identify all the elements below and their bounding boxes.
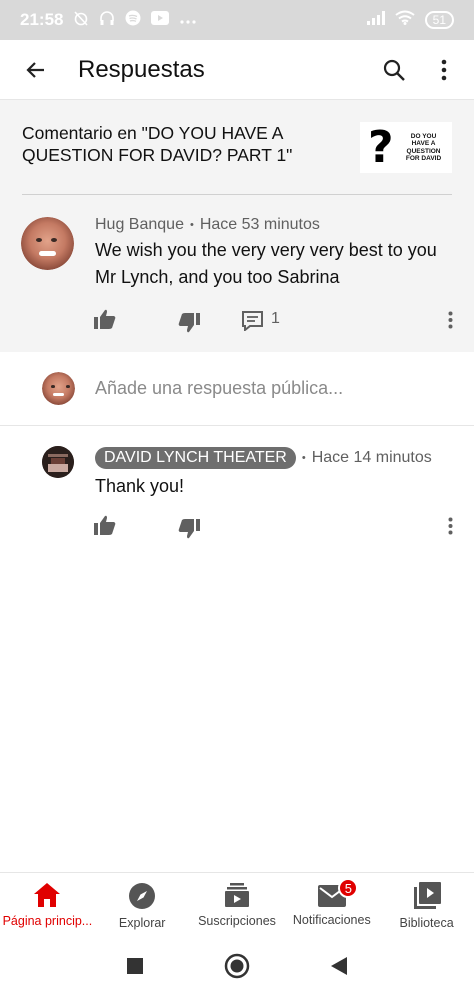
compass-icon [129,883,156,909]
alarm-off-icon [73,10,89,31]
bottom-nav: Página princip... Explorar Suscripciones… [0,872,474,936]
home-icon [34,883,61,907]
dislike-button[interactable] [175,515,203,543]
more-vert-icon [448,517,452,535]
recents-button[interactable] [126,957,144,980]
comment-author[interactable]: Hug Banque [95,216,184,234]
thumbnail-question-mark: ? [368,121,394,173]
more-status-icon [179,10,197,30]
page-title: Respuestas [78,55,205,83]
notification-badge: 5 [338,878,359,898]
comment-meta: Hug Banque • Hace 53 minutos [95,216,320,234]
nav-notifications[interactable]: 5 Notificaciones [284,873,379,936]
nav-subscriptions[interactable]: Suscripciones [190,873,285,936]
system-nav-bar [0,936,474,1000]
video-thumbnail[interactable]: ? DO YOU HAVE A QUESTION FOR DAVID [360,122,452,173]
headphones-icon [99,10,115,31]
reply-input[interactable]: Añade una respuesta pública... [95,378,343,399]
circle-icon [224,953,250,978]
reply-button[interactable] [239,307,267,335]
thumbs-down-icon [178,519,200,539]
reply-text: Thank you! [95,476,185,496]
comment-icon [242,311,263,331]
home-system-button[interactable] [224,953,250,984]
thumbs-up-icon [94,515,116,535]
reply-input-row: Añade una respuesta pública... [0,352,474,426]
more-options-button[interactable] [424,50,464,90]
reply-meta: DAVID LYNCH THEATER • Hace 14 minutos [95,447,432,469]
nav-explore[interactable]: Explorar [95,873,190,936]
thumbs-down-icon [178,313,200,333]
meta-separator: • [189,219,194,231]
battery-indicator: 51 [424,11,454,29]
app-bar: Respuestas [0,40,474,100]
video-context-title[interactable]: Comentario en "DO YOU HAVE A QUESTION FO… [22,122,342,166]
channel-avatar[interactable] [42,446,74,478]
reply-time: Hace 14 minutos [311,449,432,466]
back-system-button[interactable] [330,956,348,981]
back-button[interactable] [16,50,56,90]
subscriptions-icon [224,883,249,907]
square-icon [127,957,143,974]
nav-label: Explorar [118,916,166,930]
youtube-status-icon [151,10,170,30]
spotify-icon [125,10,141,31]
arrow-left-icon [26,61,44,78]
thumbnail-text: DO YOU HAVE A QUESTION FOR DAVID [405,132,442,163]
thumbs-up-icon [94,309,116,329]
avatar[interactable] [21,217,74,270]
search-button[interactable] [374,50,414,90]
nav-label: Página princip... [2,914,93,928]
user-avatar [42,372,75,405]
nav-library[interactable]: Biblioteca [379,873,474,936]
dislike-button[interactable] [175,309,203,337]
like-button[interactable] [91,511,119,539]
triangle-back-icon [331,956,347,975]
comment-time: Hace 53 minutos [199,216,320,233]
reply-count: 1 [271,310,280,327]
parent-comment-section: Comentario en "DO YOU HAVE A QUESTION FO… [0,100,474,352]
comment-more-button[interactable] [436,306,464,334]
wifi-icon [395,10,415,30]
search-icon [383,59,405,81]
more-vert-icon [441,59,447,80]
nav-home[interactable]: Página princip... [0,873,95,936]
comment-text: We wish you the very very very best to y… [95,240,437,287]
channel-author-chip[interactable]: DAVID LYNCH THEATER [95,447,296,469]
divider [22,194,452,195]
status-time: 21:58 [20,10,64,29]
more-vert-icon [448,311,452,329]
signal-icon [366,10,385,30]
status-bar: 21:58 51 [0,0,474,40]
nav-label: Biblioteca [399,916,454,930]
library-icon [413,882,441,909]
meta-separator: • [301,452,306,464]
nav-label: Suscripciones [198,914,276,928]
reply-more-button[interactable] [436,512,464,540]
like-button[interactable] [91,305,119,333]
nav-label: Notificaciones [292,913,371,927]
